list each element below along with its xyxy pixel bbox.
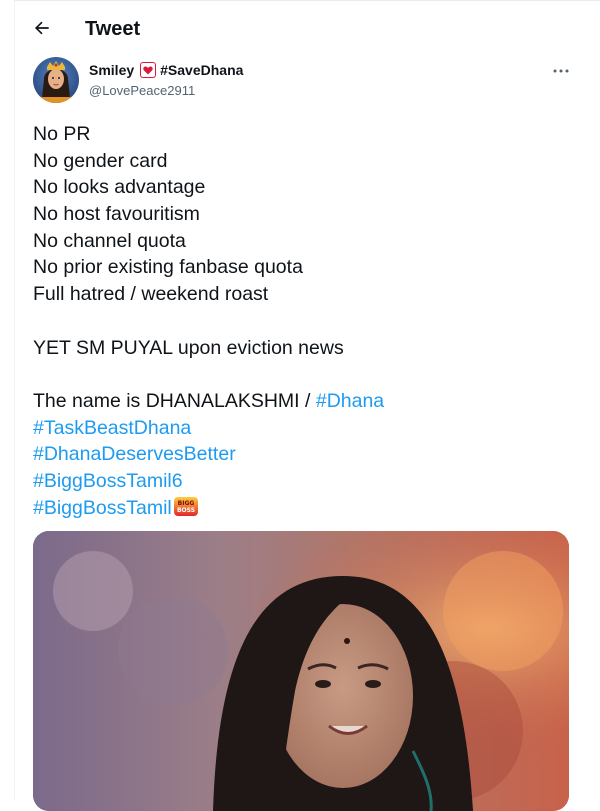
tweet-media-photo[interactable]	[33, 531, 569, 811]
tweet-line: No channel quota	[33, 229, 186, 252]
author-name[interactable]: Smiley	[89, 62, 134, 78]
author-handle[interactable]: @LovePeace2911	[89, 83, 195, 98]
tweet-line: No gender card	[33, 149, 168, 172]
page-title: Tweet	[85, 18, 141, 40]
back-button[interactable]	[29, 15, 55, 41]
tweet-text: No PR No gender card No looks advantage …	[33, 121, 573, 521]
badge-text-top: BIGG	[177, 500, 194, 507]
bigg-boss-hashflag-icon: BIGG BOSS	[173, 496, 199, 517]
hashtag-link[interactable]: #TaskBeastDhana	[33, 417, 191, 439]
author-name-hashtag: #SaveDhana	[160, 62, 244, 78]
heart-emoji-icon	[140, 62, 157, 78]
badge-text-bottom: BOSS	[177, 507, 195, 514]
tweet-line-text: The name is DHANALAKSHMI /	[33, 389, 316, 412]
avatar[interactable]	[33, 57, 79, 103]
photo-image	[33, 531, 569, 811]
page-header: Tweet	[15, 1, 600, 54]
tweet-line: No looks advantage	[33, 176, 206, 199]
hashtag-link[interactable]: #BiggBossTamil6	[33, 470, 183, 492]
tweet-line: No prior existing fanbase quota	[33, 256, 303, 279]
tweet-line: #BiggBossTamil BIGG BOSS	[33, 495, 573, 522]
tweet-page: Tweet Smiley #SaveDhana @LovePeace2911 N…	[14, 0, 600, 811]
tweet-line: No host favouritism	[33, 203, 200, 226]
tweet-line: The name is DHANALAKSHMI / #Dhana	[33, 388, 573, 415]
tweet-line: Full hatred / weekend roast	[33, 283, 269, 306]
author-name-row[interactable]: Smiley #SaveDhana	[89, 62, 243, 78]
tweet-line: YET SM PUYAL upon eviction news	[33, 336, 344, 359]
more-options-button[interactable]	[549, 61, 573, 81]
avatar-image	[33, 57, 79, 103]
tweet-line: No PR	[33, 123, 91, 145]
hashtag-link[interactable]: #Dhana	[316, 390, 384, 412]
arrow-left-icon	[34, 21, 49, 35]
tweet-line: #BiggBossTamil6	[33, 468, 573, 495]
hashtag-link[interactable]: #BiggBossTamil	[33, 497, 172, 519]
tweet-line: #DhanaDeservesBetter	[33, 441, 573, 468]
more-horizontal-icon	[553, 69, 569, 73]
hashtag-link[interactable]: #DhanaDeservesBetter	[33, 443, 236, 465]
tweet-line: #TaskBeastDhana	[33, 415, 573, 442]
